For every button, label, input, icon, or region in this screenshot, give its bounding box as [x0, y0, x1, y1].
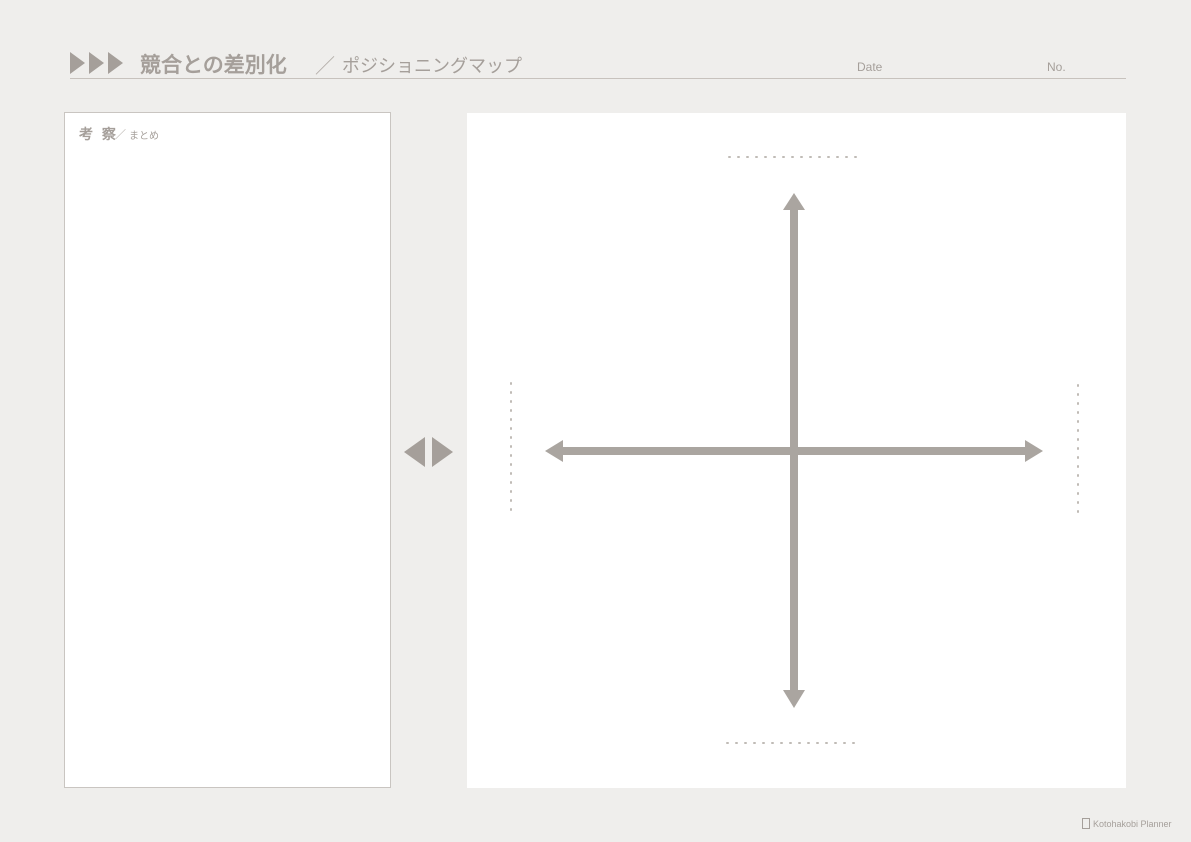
arrow-right-icon	[89, 52, 104, 74]
notes-panel[interactable]: 考 察 ／ まとめ	[64, 112, 391, 788]
notes-subtitle: まとめ	[129, 131, 159, 142]
arrow-left-icon	[404, 437, 425, 467]
arrow-right-icon	[108, 52, 123, 74]
swap-arrows-icon	[404, 437, 454, 467]
brand-name: Kotohakobi Planner	[1093, 819, 1172, 829]
title-separator: ／	[315, 54, 335, 78]
notes-title: 考 察	[79, 127, 118, 143]
horizontal-axis-left-arrow	[545, 440, 563, 462]
title-arrows-icon	[70, 52, 123, 74]
page-title: 競合との差別化	[140, 53, 287, 77]
horizontal-axis-right-arrow	[1025, 440, 1043, 462]
horizontal-axis	[561, 447, 1031, 455]
footer-brand: Kotohakobi Planner	[1082, 816, 1172, 829]
number-label: No.	[1047, 60, 1066, 74]
page-header: 競合との差別化 ／ ポジショニングマップ Date No.	[70, 48, 1126, 79]
arrow-right-icon	[432, 437, 453, 467]
positioning-map-axes	[510, 156, 1079, 744]
date-label: Date	[857, 60, 883, 74]
notes-separator: ／	[115, 128, 126, 141]
vertical-axis-top-arrow	[783, 193, 805, 210]
page-subtitle: ポジショニングマップ	[342, 56, 522, 77]
positioning-map[interactable]	[467, 113, 1126, 788]
vertical-axis-bottom-arrow	[783, 690, 805, 708]
arrow-right-icon	[70, 52, 85, 74]
pen-icon	[1082, 818, 1090, 829]
